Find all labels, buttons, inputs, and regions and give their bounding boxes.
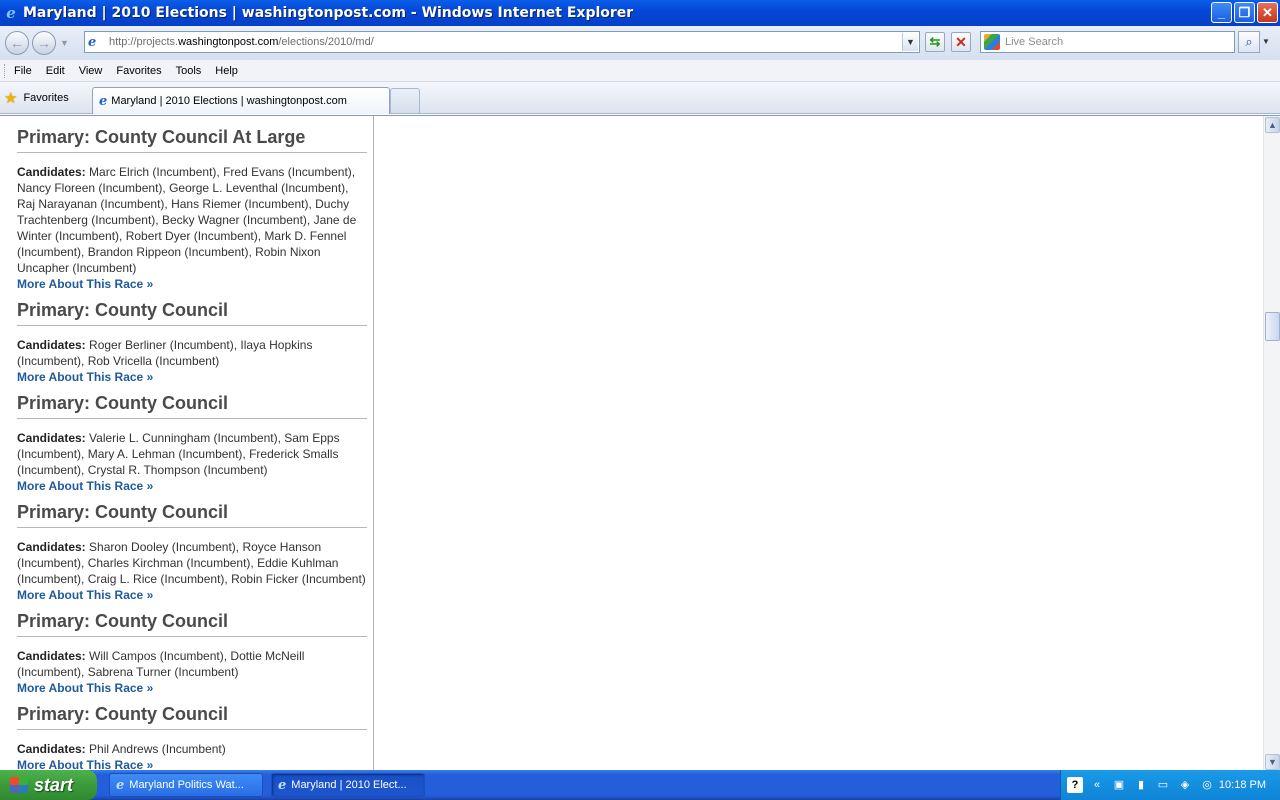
tab-active[interactable]: e Maryland | 2010 Elections | washington… <box>92 87 390 114</box>
tab-page-icon: e <box>99 93 108 109</box>
race-candidates: Candidates: Marc Elrich (Incumbent), Fre… <box>17 164 367 276</box>
display-icon[interactable]: ▭ <box>1155 777 1171 793</box>
race-item: Primary: County Council Candidates: Phil… <box>17 704 367 770</box>
restore-button[interactable]: ❐ <box>1234 2 1255 23</box>
page-content: Primary: County Council At Large Candida… <box>0 115 1280 770</box>
system-tray: ? « ▣ ▮ ▭ ◈ ◎ 10:18 PM <box>1060 770 1280 800</box>
network-icon[interactable]: ▣ <box>1111 777 1127 793</box>
clock: 10:18 PM <box>1218 779 1266 791</box>
window-title: Maryland | 2010 Elections | washingtonpo… <box>23 5 634 21</box>
menu-edit[interactable]: Edit <box>39 65 72 77</box>
tab-bar: ★ Favorites e Maryland | 2010 Elections … <box>0 82 1280 114</box>
close-button[interactable]: ✕ <box>1257 2 1278 23</box>
race-item: Primary: County Council Candidates: Roge… <box>17 300 367 385</box>
more-about-race-link[interactable]: More About This Race » <box>17 276 367 292</box>
menu-view[interactable]: View <box>72 65 110 77</box>
race-candidates: Candidates: Sharon Dooley (Incumbent), R… <box>17 539 367 587</box>
taskbar-item-active[interactable]: e Maryland | 2010 Elect... <box>271 773 425 797</box>
tray-expand-icon[interactable]: « <box>1089 777 1105 793</box>
race-candidates: Candidates: Roger Berliner (Incumbent), … <box>17 337 367 369</box>
candidates-label: Candidates: <box>17 649 86 663</box>
more-about-race-link[interactable]: More About This Race » <box>17 369 367 385</box>
scroll-thumb[interactable] <box>1265 312 1280 341</box>
forward-button[interactable]: → <box>32 31 56 55</box>
title-bar: e Maryland | 2010 Elections | washington… <box>0 0 1280 26</box>
candidates-label: Candidates: <box>17 540 86 554</box>
search-options-icon[interactable]: ▼ <box>1262 31 1274 53</box>
vertical-scrollbar[interactable]: ▲ ▼ <box>1263 116 1280 770</box>
race-candidates: Candidates: Phil Andrews (Incumbent) <box>17 741 367 757</box>
race-candidates: Candidates: Valerie L. Cunningham (Incum… <box>17 430 367 478</box>
taskbar: start e Maryland Politics Wat... e Maryl… <box>0 770 1280 800</box>
taskbar-item[interactable]: e Maryland Politics Wat... <box>109 773 263 797</box>
menu-file[interactable]: File <box>7 65 39 77</box>
history-dropdown-icon[interactable]: ▼ <box>60 38 69 48</box>
race-title: Primary: County Council At Large <box>17 127 367 153</box>
race-title: Primary: County Council <box>17 704 367 730</box>
menu-favorites[interactable]: Favorites <box>109 65 168 77</box>
candidates-list: Phil Andrews (Incumbent) <box>89 742 226 756</box>
race-item: Primary: County Council Candidates: Will… <box>17 611 367 696</box>
favorites-button[interactable]: ★ Favorites <box>4 89 69 107</box>
address-url[interactable]: http://projects.washingtonpost.com/elect… <box>109 36 374 48</box>
ie-task-icon: e <box>116 777 125 793</box>
shield-icon[interactable]: ◈ <box>1177 777 1193 793</box>
live-search-icon <box>984 34 1000 50</box>
race-title: Primary: County Council <box>17 300 367 326</box>
race-title: Primary: County Council <box>17 611 367 637</box>
help-icon[interactable]: ? <box>1067 777 1083 793</box>
menu-help[interactable]: Help <box>208 65 245 77</box>
race-title: Primary: County Council <box>17 393 367 419</box>
more-about-race-link[interactable]: More About This Race » <box>17 680 367 696</box>
candidates-list: Marc Elrich (Incumbent), Fred Evans (Inc… <box>17 165 357 275</box>
taskbar-item-label: Maryland Politics Wat... <box>129 779 244 791</box>
start-label: start <box>34 774 74 795</box>
more-about-race-link[interactable]: More About This Race » <box>17 757 367 770</box>
race-item: Primary: County Council At Large Candida… <box>17 127 367 292</box>
favorites-label: Favorites <box>23 92 69 104</box>
race-item: Primary: County Council Candidates: Shar… <box>17 502 367 603</box>
menu-tools[interactable]: Tools <box>169 65 209 77</box>
windows-flag-icon <box>10 777 28 793</box>
tab-label: Maryland | 2010 Elections | washingtonpo… <box>111 95 347 107</box>
minimize-button[interactable]: _ <box>1211 2 1232 23</box>
new-tab-button[interactable] <box>390 88 420 113</box>
race-title: Primary: County Council <box>17 502 367 528</box>
star-icon: ★ <box>4 90 18 107</box>
address-bar[interactable]: e http://projects.washingtonpost.com/ele… <box>84 31 920 53</box>
back-button[interactable]: ← <box>5 31 29 55</box>
race-candidates: Candidates: Will Campos (Incumbent), Dot… <box>17 648 367 680</box>
ie-task-icon: e <box>278 777 287 793</box>
menu-bar: File Edit View Favorites Tools Help <box>0 60 1280 82</box>
window-controls: _ ❐ ✕ <box>1211 2 1278 23</box>
candidates-label: Candidates: <box>17 165 86 179</box>
search-placeholder: Live Search <box>1005 36 1064 48</box>
stop-button[interactable]: ✕ <box>951 32 971 52</box>
address-dropdown-icon[interactable]: ▼ <box>902 33 918 51</box>
ie-logo-icon: e <box>6 4 16 22</box>
signal-icon[interactable]: ▮ <box>1133 777 1149 793</box>
candidates-label: Candidates: <box>17 431 86 445</box>
candidates-label: Candidates: <box>17 338 86 352</box>
scroll-up-arrow-icon[interactable]: ▲ <box>1265 117 1280 133</box>
candidates-label: Candidates: <box>17 742 86 756</box>
security-icon[interactable]: ◎ <box>1199 777 1215 793</box>
scroll-down-arrow-icon[interactable]: ▼ <box>1265 754 1280 770</box>
search-button[interactable]: ⌕ <box>1238 31 1260 53</box>
taskbar-item-label: Maryland | 2010 Elect... <box>291 779 407 791</box>
start-button[interactable]: start <box>0 770 97 800</box>
race-item: Primary: County Council Candidates: Vale… <box>17 393 367 494</box>
more-about-race-link[interactable]: More About This Race » <box>17 478 367 494</box>
refresh-button[interactable]: ⇆ <box>925 32 945 52</box>
left-frame: Primary: County Council At Large Candida… <box>0 116 374 770</box>
search-input[interactable]: Live Search <box>980 31 1235 53</box>
more-about-race-link[interactable]: More About This Race » <box>17 587 367 603</box>
navigation-bar: ← → ▼ e http://projects.washingtonpost.c… <box>0 26 1280 60</box>
page-icon: e <box>88 34 97 50</box>
